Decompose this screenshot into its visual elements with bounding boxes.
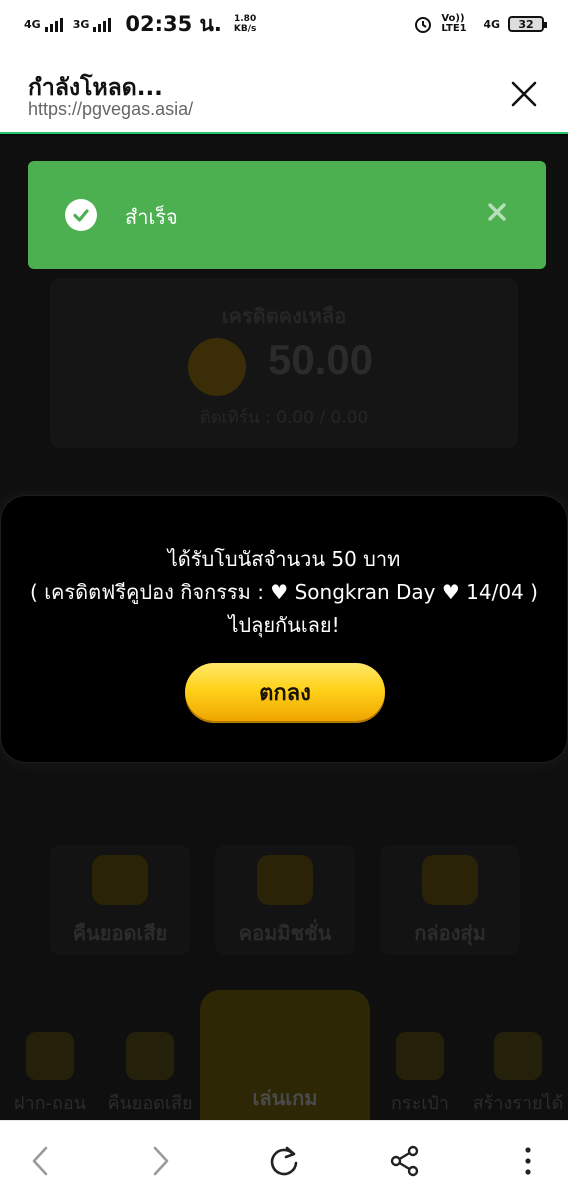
browser-header: กำลังโหลด... https://pgvegas.asia/ xyxy=(0,48,568,134)
more-icon[interactable] xyxy=(510,1143,546,1179)
network-label-3: 4G xyxy=(483,17,500,31)
network-speed: 1.80 KB/s xyxy=(234,14,256,34)
browser-toolbar xyxy=(0,1120,568,1200)
feature-grid: คืนยอดเสีย คอมมิชชั่น กล่องสุ่ม xyxy=(50,845,520,955)
nav-cashback[interactable]: คืนยอดเสีย xyxy=(100,1032,200,1117)
share-icon[interactable] xyxy=(387,1143,423,1179)
network-label-1: 4G xyxy=(24,17,41,31)
nav-label: กระเป๋า xyxy=(391,1093,449,1114)
credit-amount: 50.00 xyxy=(268,336,374,383)
nav-wallet[interactable]: กระเป๋า xyxy=(370,1032,470,1117)
tile-label: กล่องสุ่ม xyxy=(414,921,486,945)
nav-label: ฝาก-ถอน xyxy=(13,1093,87,1114)
nav-label: สร้างรายได้ xyxy=(472,1093,564,1114)
wallet-icon xyxy=(396,1032,444,1080)
bonus-message: ได้รับโบนัสจำนวน 50 บาท xyxy=(167,547,401,571)
network-label-2: 3G xyxy=(72,17,90,31)
ok-button[interactable]: ตกลง xyxy=(185,663,385,721)
credit-label: เครดิตคงเหลือ xyxy=(221,304,347,328)
back-icon[interactable] xyxy=(22,1143,58,1179)
cashback-icon xyxy=(92,855,148,905)
nav-label: คืนยอดเสีย xyxy=(107,1093,193,1114)
nav-deposit[interactable]: ฝาก-ถอน xyxy=(0,1032,100,1117)
volte-label: Vo)) LTE1 xyxy=(441,13,467,34)
alarm-icon xyxy=(415,17,432,33)
call-to-action-text: ไปลุยกันเลย! xyxy=(228,613,340,637)
success-toast: สำเร็จ xyxy=(28,161,546,269)
page-url[interactable]: https://pgvegas.asia/ xyxy=(28,99,193,120)
referral-icon xyxy=(494,1032,542,1080)
speed-unit: KB/s xyxy=(233,24,257,34)
turnover-text: ติดเทิร์น : 0.00 / 0.00 xyxy=(199,408,369,428)
deposit-icon xyxy=(26,1032,74,1080)
close-icon[interactable] xyxy=(510,80,538,108)
tile-label: คอมมิชชั่น xyxy=(238,921,332,945)
credit-card: เครดิตคงเหลือ 50.00 ติดเทิร์น : 0.00 / 0… xyxy=(50,278,518,448)
status-icons: Vo)) LTE1 4G 32 xyxy=(413,13,547,34)
cashback-icon xyxy=(126,1032,174,1080)
status-bar: 4G 3G 02:35 น. 1.80 KB/s Vo)) LTE1 4G 32 xyxy=(0,0,568,48)
battery-icon: 32 xyxy=(508,16,547,32)
toast-close-icon[interactable] xyxy=(486,201,508,223)
tile-mystery-box[interactable]: กล่องสุ่ม xyxy=(380,845,520,955)
reload-icon[interactable] xyxy=(266,1143,302,1179)
tile-commission[interactable]: คอมมิชชั่น xyxy=(215,845,355,955)
site-bottom-nav: ฝาก-ถอน คืนยอดเสีย กระเป๋า สร้างรายได้ xyxy=(0,1020,568,1120)
signal-icon xyxy=(44,16,63,32)
nav-referral[interactable]: สร้างรายได้ xyxy=(468,1032,568,1117)
commission-icon xyxy=(257,855,313,905)
tile-cashback[interactable]: คืนยอดเสีย xyxy=(50,845,190,955)
signal-icon xyxy=(93,16,112,32)
tile-label: คืนยอดเสีย xyxy=(72,921,168,945)
battery-level: 32 xyxy=(518,17,534,31)
toast-message: สำเร็จ xyxy=(125,205,178,229)
screen: 4G 3G 02:35 น. 1.80 KB/s Vo)) LTE1 4G 32… xyxy=(0,0,568,1200)
forward-icon[interactable] xyxy=(143,1143,179,1179)
gift-box-icon xyxy=(422,855,478,905)
speed-value: 1.80 xyxy=(234,14,257,24)
check-icon xyxy=(65,199,97,231)
coupon-detail: ( เครดิตฟรีคูปอง กิจกรรม : ♥ Songkran Da… xyxy=(30,580,538,604)
coin-icon xyxy=(188,338,246,396)
bonus-dialog: ได้รับโบนัสจำนวน 50 บาท ( เครดิตฟรีคูปอง… xyxy=(0,495,568,763)
clock: 02:35 น. xyxy=(125,11,222,36)
